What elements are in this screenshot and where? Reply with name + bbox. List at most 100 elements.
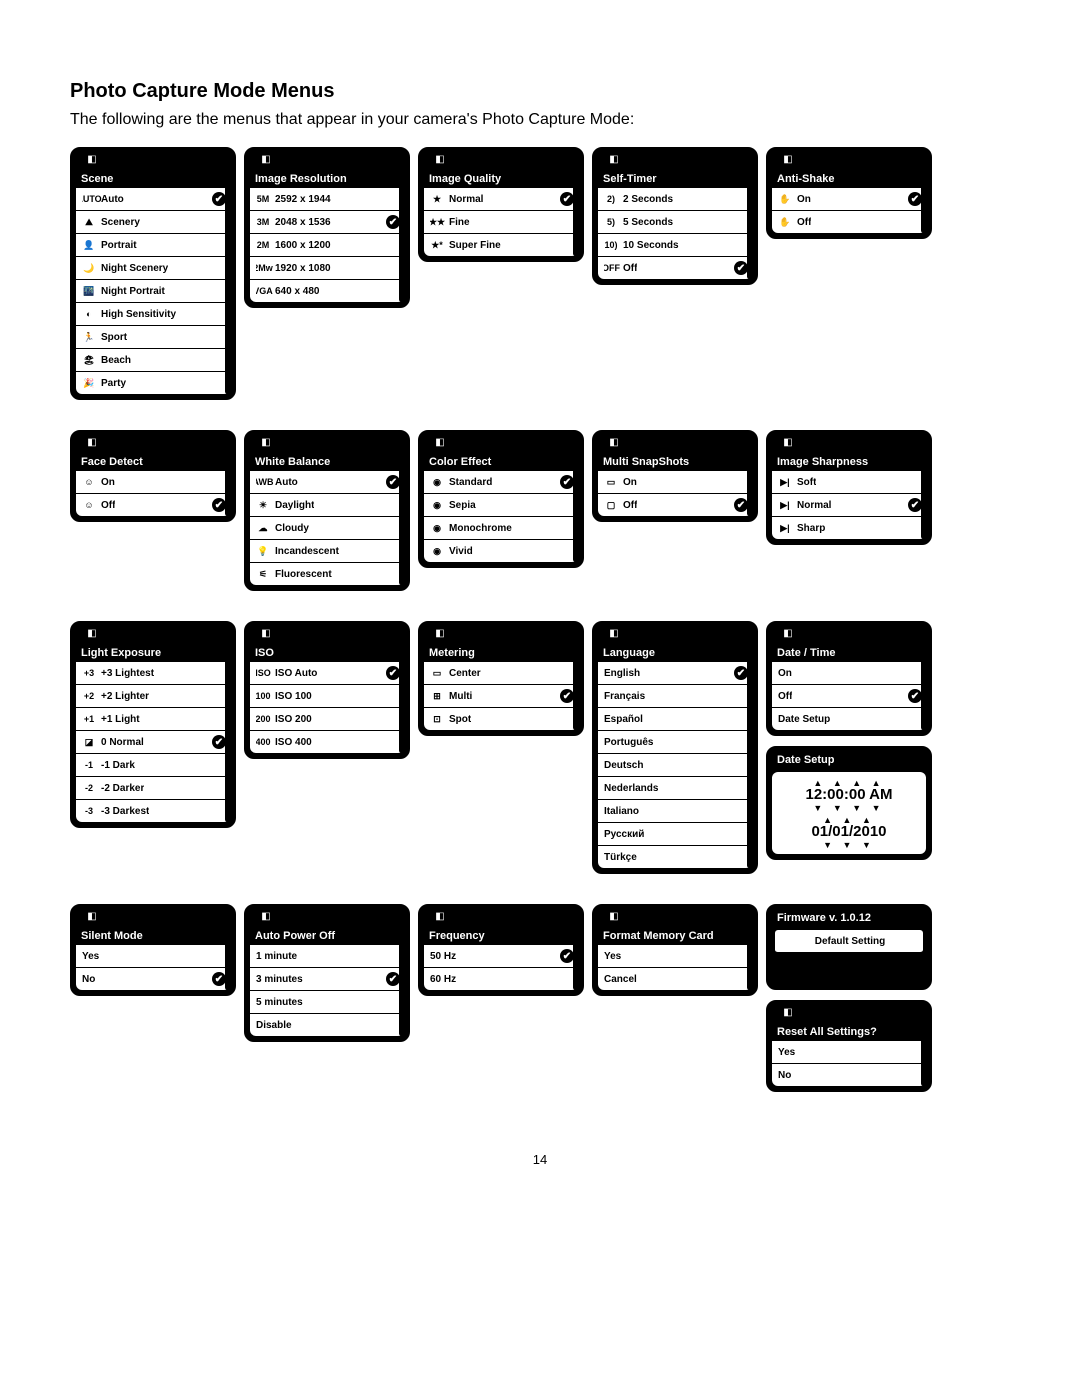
menu-item[interactable]: 5M2592 x 1944 (250, 188, 404, 211)
menu-item[interactable]: +2+2 Lighter (76, 685, 230, 708)
menu-item[interactable]: Disable (250, 1014, 404, 1036)
menu-item[interactable]: ▭Center (424, 662, 578, 685)
default-setting-button[interactable]: Default Setting (775, 930, 923, 953)
scrollbar[interactable] (747, 650, 752, 868)
scrollbar[interactable] (747, 933, 752, 990)
date-setup-time[interactable]: 12:00:00 AM (772, 786, 926, 803)
scrollbar[interactable] (225, 176, 230, 394)
menu-item[interactable]: 60 Hz (424, 968, 578, 990)
menu-item[interactable]: Cancel (598, 968, 752, 990)
menu-item[interactable]: Italiano (598, 800, 752, 823)
menu-item[interactable]: 200ISO 200 (250, 708, 404, 731)
menu-item[interactable]: Deutsch (598, 754, 752, 777)
menu-item[interactable]: 2)2 Seconds (598, 188, 752, 211)
scrollbar[interactable] (399, 176, 404, 302)
menu-item[interactable]: Français (598, 685, 752, 708)
menu-item[interactable]: Yes (598, 945, 752, 968)
menu-item[interactable]: 3 minutes✔ (250, 968, 404, 991)
menu-item[interactable]: 1 minute (250, 945, 404, 968)
scrollbar[interactable] (225, 459, 230, 516)
menu-item[interactable]: On (772, 662, 926, 685)
menu-item[interactable]: 100ISO 100 (250, 685, 404, 708)
menu-item[interactable]: Español (598, 708, 752, 731)
menu-item[interactable]: ⚟Fluorescent (250, 563, 404, 585)
scrollbar[interactable] (747, 459, 752, 516)
menu-item[interactable]: 50 Hz✔ (424, 945, 578, 968)
menu-item[interactable]: AWBAuto✔ (250, 471, 404, 494)
scrollbar[interactable] (747, 176, 752, 279)
menu-item[interactable]: +3+3 Lightest (76, 662, 230, 685)
menu-item[interactable]: ☁Cloudy (250, 517, 404, 540)
menu-item[interactable]: ☺On (76, 471, 230, 494)
menu-item[interactable]: ☺Off✔ (76, 494, 230, 516)
scrollbar[interactable] (921, 176, 926, 233)
menu-item[interactable]: ▶|Normal✔ (772, 494, 926, 517)
menu-item[interactable]: AUTOAuto✔ (76, 188, 230, 211)
menu-item[interactable]: ◉Vivid (424, 540, 578, 562)
scrollbar[interactable] (573, 176, 578, 256)
menu-item[interactable]: ▢Off✔ (598, 494, 752, 516)
scrollbar[interactable] (921, 1029, 926, 1086)
menu-item[interactable]: ◪0 Normal✔ (76, 731, 230, 754)
menu-item[interactable]: ⛰Scenery (76, 211, 230, 234)
menu-item[interactable]: 👤Portrait (76, 234, 230, 257)
scrollbar[interactable] (225, 933, 230, 990)
menu-item[interactable]: English✔ (598, 662, 752, 685)
menu-item[interactable]: 🌃Night Portrait (76, 280, 230, 303)
menu-item[interactable]: Русский (598, 823, 752, 846)
menu-item[interactable]: -3-3 Darkest (76, 800, 230, 822)
menu-item[interactable]: 2Mw1920 x 1080 (250, 257, 404, 280)
menu-item[interactable]: No✔ (76, 968, 230, 990)
menu-item[interactable]: ★*Super Fine (424, 234, 578, 256)
scrollbar[interactable] (921, 459, 926, 539)
menu-item[interactable]: ▭On (598, 471, 752, 494)
menu-item[interactable]: ✋Off (772, 211, 926, 233)
menu-item[interactable]: 🌙Night Scenery (76, 257, 230, 280)
menu-item[interactable]: ★Normal✔ (424, 188, 578, 211)
scrollbar[interactable] (921, 650, 926, 730)
menu-item[interactable]: ISOISO Auto✔ (250, 662, 404, 685)
menu-item[interactable]: -2-2 Darker (76, 777, 230, 800)
menu-item[interactable]: 5)5 Seconds (598, 211, 752, 234)
menu-item[interactable]: 3M2048 x 1536✔ (250, 211, 404, 234)
menu-item[interactable]: Yes (772, 1041, 926, 1064)
scrollbar[interactable] (225, 650, 230, 822)
menu-item[interactable]: 10)10 Seconds (598, 234, 752, 257)
menu-item[interactable]: No (772, 1064, 926, 1086)
menu-item[interactable]: 🏃Sport (76, 326, 230, 349)
menu-item[interactable]: +1+1 Light (76, 708, 230, 731)
menu-item[interactable]: Off✔ (772, 685, 926, 708)
menu-item[interactable]: 🎉Party (76, 372, 230, 394)
menu-item[interactable]: Português (598, 731, 752, 754)
menu-item[interactable]: Yes (76, 945, 230, 968)
menu-item[interactable]: ◉Monochrome (424, 517, 578, 540)
menu-item[interactable]: Nederlands (598, 777, 752, 800)
menu-item[interactable]: ◉Standard✔ (424, 471, 578, 494)
scrollbar[interactable] (573, 650, 578, 730)
menu-item[interactable]: -1-1 Dark (76, 754, 230, 777)
menu-item[interactable]: ★★Fine (424, 211, 578, 234)
scrollbar[interactable] (399, 933, 404, 1036)
menu-item[interactable]: ✋On✔ (772, 188, 926, 211)
menu-item[interactable]: VGA640 x 480 (250, 280, 404, 302)
scrollbar[interactable] (573, 459, 578, 562)
menu-item[interactable]: 🏖Beach (76, 349, 230, 372)
menu-item[interactable]: Türkçe (598, 846, 752, 868)
date-setup-date[interactable]: 01/01/2010 (772, 823, 926, 840)
scrollbar[interactable] (399, 459, 404, 585)
menu-item[interactable]: 5 minutes (250, 991, 404, 1014)
menu-item[interactable]: Date Setup (772, 708, 926, 730)
menu-item[interactable]: 400ISO 400 (250, 731, 404, 753)
menu-item[interactable]: ⊡Spot (424, 708, 578, 730)
menu-item[interactable]: 💡Incandescent (250, 540, 404, 563)
menu-item[interactable]: ▶|Sharp (772, 517, 926, 539)
menu-item[interactable]: ▶|Soft (772, 471, 926, 494)
menu-item[interactable]: ⊞Multi✔ (424, 685, 578, 708)
menu-item[interactable]: ◐High Sensitivity (76, 303, 230, 326)
menu-item[interactable]: ◉Sepia (424, 494, 578, 517)
menu-item[interactable]: OFFOff✔ (598, 257, 752, 279)
menu-item[interactable]: ☀Daylight (250, 494, 404, 517)
scrollbar[interactable] (399, 650, 404, 753)
scrollbar[interactable] (573, 933, 578, 990)
menu-item[interactable]: 2M1600 x 1200 (250, 234, 404, 257)
